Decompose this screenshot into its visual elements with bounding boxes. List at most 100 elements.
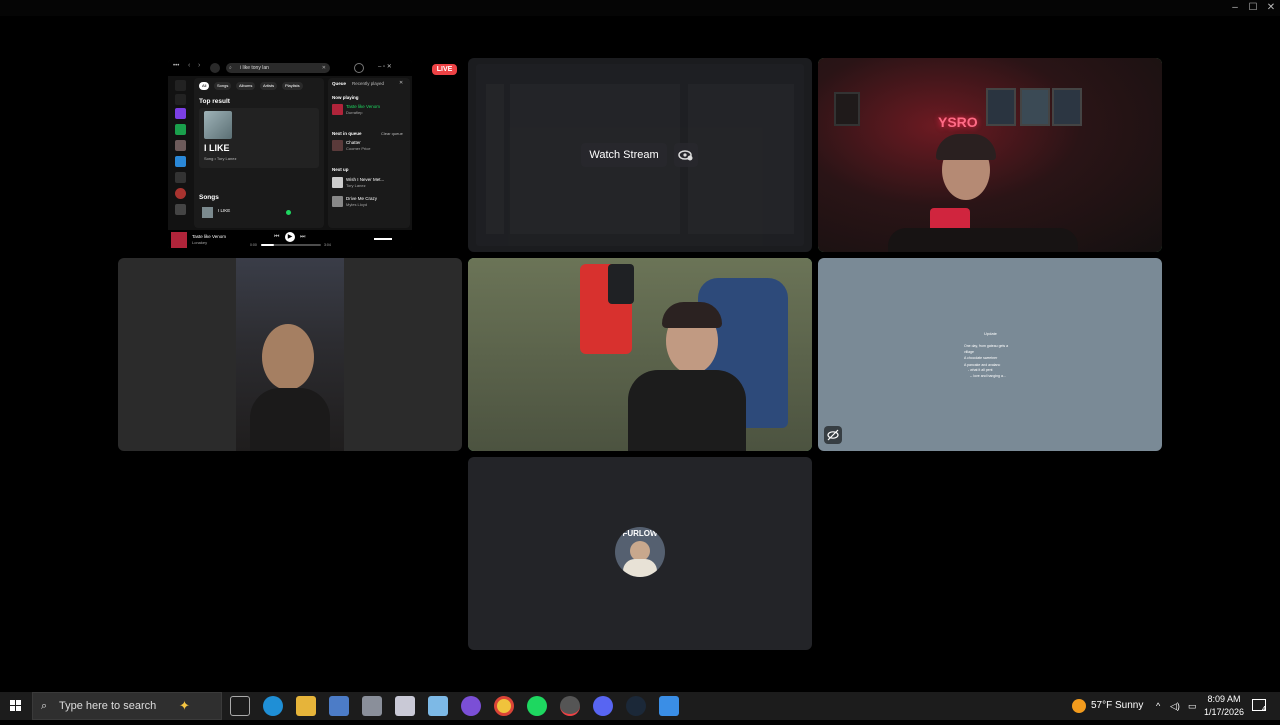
album-art [204, 111, 232, 139]
stream-tile-document[interactable]: Update One day, from gateau gets a villa… [818, 258, 1162, 451]
filter-chip-all[interactable]: All [199, 82, 210, 90]
now-playing-title: Taste like Venom [346, 104, 381, 109]
discord-icon[interactable] [593, 696, 613, 716]
avatar-face [630, 541, 650, 561]
clock-date[interactable]: 1/17/2026 [1202, 707, 1246, 717]
previous-icon[interactable]: ⏮ [274, 234, 279, 241]
queue-item-artist: Coomer Price [346, 146, 371, 151]
show-hidden-icons[interactable]: ^ [1156, 692, 1160, 720]
clear-search-icon: ✕ [321, 65, 326, 71]
close-queue-icon[interactable]: ✕ [399, 80, 403, 86]
app-icon-active[interactable] [560, 696, 580, 716]
task-view-icon[interactable] [230, 696, 250, 716]
chrome-icon[interactable] [494, 696, 514, 716]
filter-chip-playlists[interactable]: Playlists [282, 82, 303, 90]
search-icon: ⌕ [229, 65, 232, 71]
hidden-preview-button[interactable] [824, 426, 842, 444]
added-check-icon [286, 210, 291, 215]
next-up-item[interactable]: Drive Me Crazy Myles Lloyd [332, 196, 408, 208]
next-up-label: Next up [332, 167, 349, 172]
menu-icon: ••• [173, 63, 180, 69]
spotify-queue-panel: Queue Recently played ✕ Now playing Tast… [328, 78, 410, 228]
filter-chip-songs[interactable]: Songs [214, 82, 232, 90]
start-button[interactable] [0, 692, 32, 720]
queue-tab[interactable]: Queue [332, 81, 346, 86]
next-icon[interactable]: ⏭ [300, 234, 305, 241]
doc-line: - what it all pent [968, 368, 993, 372]
wall-poster [986, 88, 1016, 126]
calculator-icon[interactable] [362, 696, 382, 716]
eye-slash-icon [827, 429, 839, 441]
library-icon [175, 80, 186, 91]
window-controls-icon: – ▫ ✕ [378, 64, 392, 70]
top-result-card[interactable]: I LIKE Song • Tory Lanez [199, 108, 319, 168]
spotify-search-results: All Songs Albums Artists Playlists Top r… [194, 78, 324, 228]
next-up-art [332, 196, 343, 207]
spotify-library-sidebar [170, 78, 190, 228]
avatar-text: FURLOW [622, 529, 658, 538]
person-hair [662, 302, 722, 328]
taskbar-search-input[interactable]: ⌕ Type here to search ✦ [32, 692, 222, 720]
wall-poster [834, 92, 860, 126]
volume-slider[interactable] [374, 238, 392, 240]
search-placeholder: Type here to search [59, 700, 157, 712]
clear-queue-button[interactable]: Clear queue [381, 131, 403, 136]
queue-item-art [332, 140, 343, 151]
now-playing-art [332, 104, 343, 115]
now-playing-artist: Durrafiep [346, 110, 363, 115]
song-row-title[interactable]: I LIKE [218, 208, 230, 213]
watch-stream-eye-button[interactable] [674, 143, 698, 167]
minimize-button[interactable]: – [1225, 1, 1245, 15]
spotify-icon[interactable] [527, 696, 547, 716]
app-icon[interactable] [428, 696, 448, 716]
close-button[interactable]: ✕ [1261, 1, 1280, 15]
person-head [262, 324, 314, 390]
next-up-title: Drive Me Crazy [346, 196, 378, 201]
filter-chip-artists[interactable]: Artists [260, 82, 278, 90]
edge-icon[interactable] [263, 696, 283, 716]
clock-time[interactable]: 8:09 AM [1204, 694, 1244, 704]
spotify-search-input[interactable]: ⌕ i like tony lan ✕ [226, 63, 330, 73]
top-result-heading: Top result [199, 98, 230, 105]
file-explorer-icon[interactable] [296, 696, 316, 716]
next-in-queue-label: Next in queue [332, 131, 362, 136]
weather-text[interactable]: 57°F Sunny [1091, 692, 1143, 720]
avatar-body [623, 559, 657, 577]
next-up-art [332, 177, 343, 188]
avatar-tile-user-7[interactable]: FURLOW [468, 457, 812, 650]
maximize-button[interactable]: ☐ [1243, 1, 1263, 15]
app-icon[interactable] [395, 696, 415, 716]
spotify-player-bar: Taste like Venom Lonakey ⏮ ▶ ⏭ 0:00 3:04 [168, 230, 412, 249]
next-up-item[interactable]: Wish I Never Met... Tory Lanez [332, 177, 408, 189]
player-art [171, 232, 187, 248]
app-icon[interactable] [659, 696, 679, 716]
avatar-icon [354, 63, 364, 73]
doc-line: One day, from gateau gets a [964, 344, 1009, 348]
volume-icon[interactable]: ◁) [1170, 692, 1180, 720]
doc-line: A pancake and avalanc [964, 363, 1001, 367]
playlist-icon [175, 156, 186, 167]
app-icon[interactable] [461, 696, 481, 716]
now-playing-item[interactable]: Taste like Venom Durrafiep [332, 104, 408, 116]
next-up-artist: Myles Lloyd [346, 202, 368, 207]
recently-played-tab[interactable]: Recently played [352, 81, 384, 86]
video-tile-user-4[interactable] [118, 258, 462, 451]
app-icon[interactable] [329, 696, 349, 716]
next-up-artist: Tory Lanez [346, 183, 366, 188]
filter-chip-albums[interactable]: Albums [236, 82, 256, 90]
video-tile-user-3[interactable]: YSRO [818, 58, 1162, 252]
wall-poster [1052, 88, 1082, 126]
progress-bar[interactable] [261, 244, 321, 246]
queue-item[interactable]: Chatter Coomer Price [332, 140, 408, 152]
doc-line: village [964, 350, 974, 354]
wall-poster [1020, 88, 1050, 126]
doc-line: A chocolate sweetner [964, 356, 998, 360]
doc-heading: Update [984, 331, 997, 336]
play-button[interactable]: ▶ [285, 232, 295, 242]
video-tile-user-5[interactable] [468, 258, 812, 451]
user-avatar: FURLOW [615, 527, 665, 577]
steam-icon[interactable] [626, 696, 646, 716]
watch-stream-button[interactable]: Watch Stream [581, 143, 667, 167]
network-icon[interactable]: ▭ [1188, 692, 1197, 720]
songs-heading: Songs [199, 194, 219, 201]
